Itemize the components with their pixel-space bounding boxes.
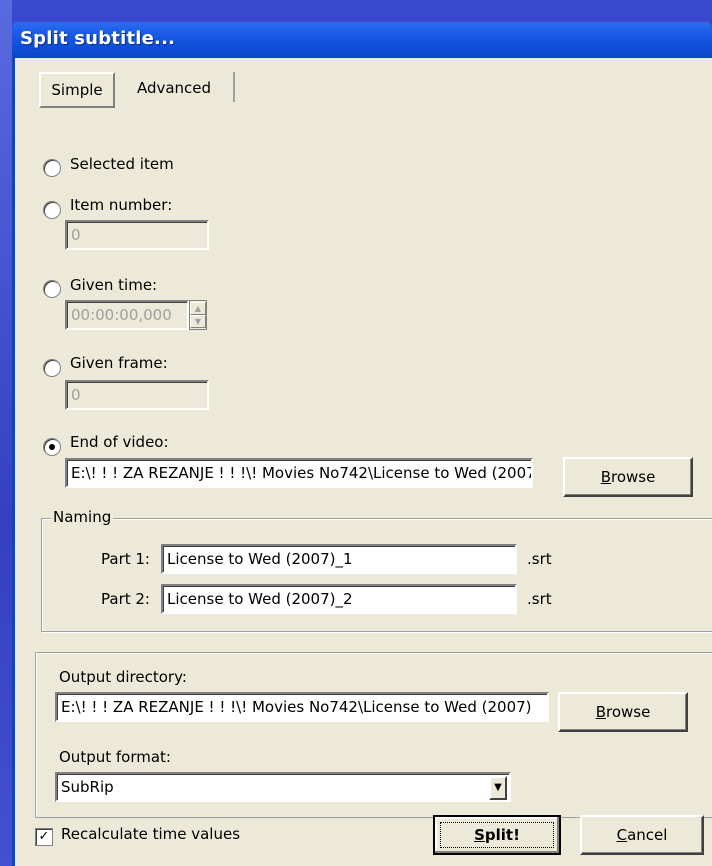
part1-ext: .srt: [527, 550, 552, 568]
video-path-input[interactable]: E:\! ! ! ZA REZANJE ! ! !\! Movies No742…: [65, 458, 533, 488]
part1-input[interactable]: License to Wed (2007)_1: [161, 544, 517, 574]
output-format-value: SubRip: [61, 778, 114, 796]
part2-input[interactable]: License to Wed (2007)_2: [161, 584, 517, 614]
radio-end-of-video[interactable]: [43, 438, 61, 456]
tab-advanced[interactable]: Advanced: [115, 72, 235, 102]
tab-advanced-label: Advanced: [136, 79, 212, 97]
part1-label: Part 1:: [101, 550, 150, 568]
recalculate-label: Recalculate time values: [61, 825, 241, 843]
browse-video-button[interactable]: Browse: [563, 457, 693, 497]
radio-selected-item[interactable]: [43, 159, 61, 177]
given-time-input[interactable]: 00:00:00,000: [65, 300, 189, 330]
browse-video-hotkey: B: [600, 468, 611, 486]
radio-item-number[interactable]: [43, 201, 61, 219]
naming-group: [41, 518, 712, 632]
part2-label: Part 2:: [101, 590, 150, 608]
part2-ext: .srt: [527, 590, 552, 608]
cancel-hotkey: C: [616, 826, 628, 844]
split-button[interactable]: Split!: [433, 815, 561, 855]
desktop-background-strip: [0, 0, 12, 866]
tab-simple[interactable]: Simple: [39, 72, 115, 108]
title-bar[interactable]: Split subtitle...: [12, 22, 712, 58]
radio-given-frame[interactable]: [43, 359, 61, 377]
item-number-input[interactable]: 0: [65, 220, 209, 250]
end-of-video-label: End of video:: [70, 433, 169, 451]
browse-output-button[interactable]: Browse: [558, 692, 688, 732]
given-frame-label: Given frame:: [70, 354, 168, 372]
split-subtitle-dialog: Split subtitle... Simple Advanced Select…: [12, 22, 712, 866]
given-frame-input[interactable]: 0: [65, 380, 209, 410]
cancel-label: ancel: [627, 826, 668, 844]
spin-down-icon[interactable]: ▼: [190, 315, 206, 328]
output-directory-label: Output directory:: [59, 668, 187, 686]
selected-item-label: Selected item: [70, 155, 174, 173]
chevron-down-icon[interactable]: ▼: [489, 776, 507, 800]
browse-output-label: rowse: [605, 703, 651, 721]
tab-simple-label: Simple: [51, 81, 103, 99]
given-time-spinner[interactable]: ▲ ▼: [189, 300, 207, 330]
browse-output-hotkey: B: [595, 703, 606, 721]
window-title: Split subtitle...: [20, 28, 176, 49]
item-number-label: Item number:: [70, 196, 173, 214]
cancel-button[interactable]: Cancel: [580, 815, 704, 855]
spin-up-icon[interactable]: ▲: [190, 302, 206, 315]
output-directory-input[interactable]: E:\! ! ! ZA REZANJE ! ! !\! Movies No742…: [55, 692, 549, 722]
output-format-select[interactable]: SubRip ▼: [55, 772, 511, 802]
output-format-label: Output format:: [59, 748, 171, 766]
radio-given-time[interactable]: [43, 280, 61, 298]
given-time-label: Given time:: [70, 276, 158, 294]
focus-rectangle: [440, 822, 554, 848]
recalculate-checkbox[interactable]: ✓: [35, 828, 53, 846]
dialog-client-area: Simple Advanced Selected item Item numbe…: [12, 58, 712, 866]
naming-group-title: Naming: [51, 508, 114, 526]
browse-video-label: rowse: [610, 468, 656, 486]
